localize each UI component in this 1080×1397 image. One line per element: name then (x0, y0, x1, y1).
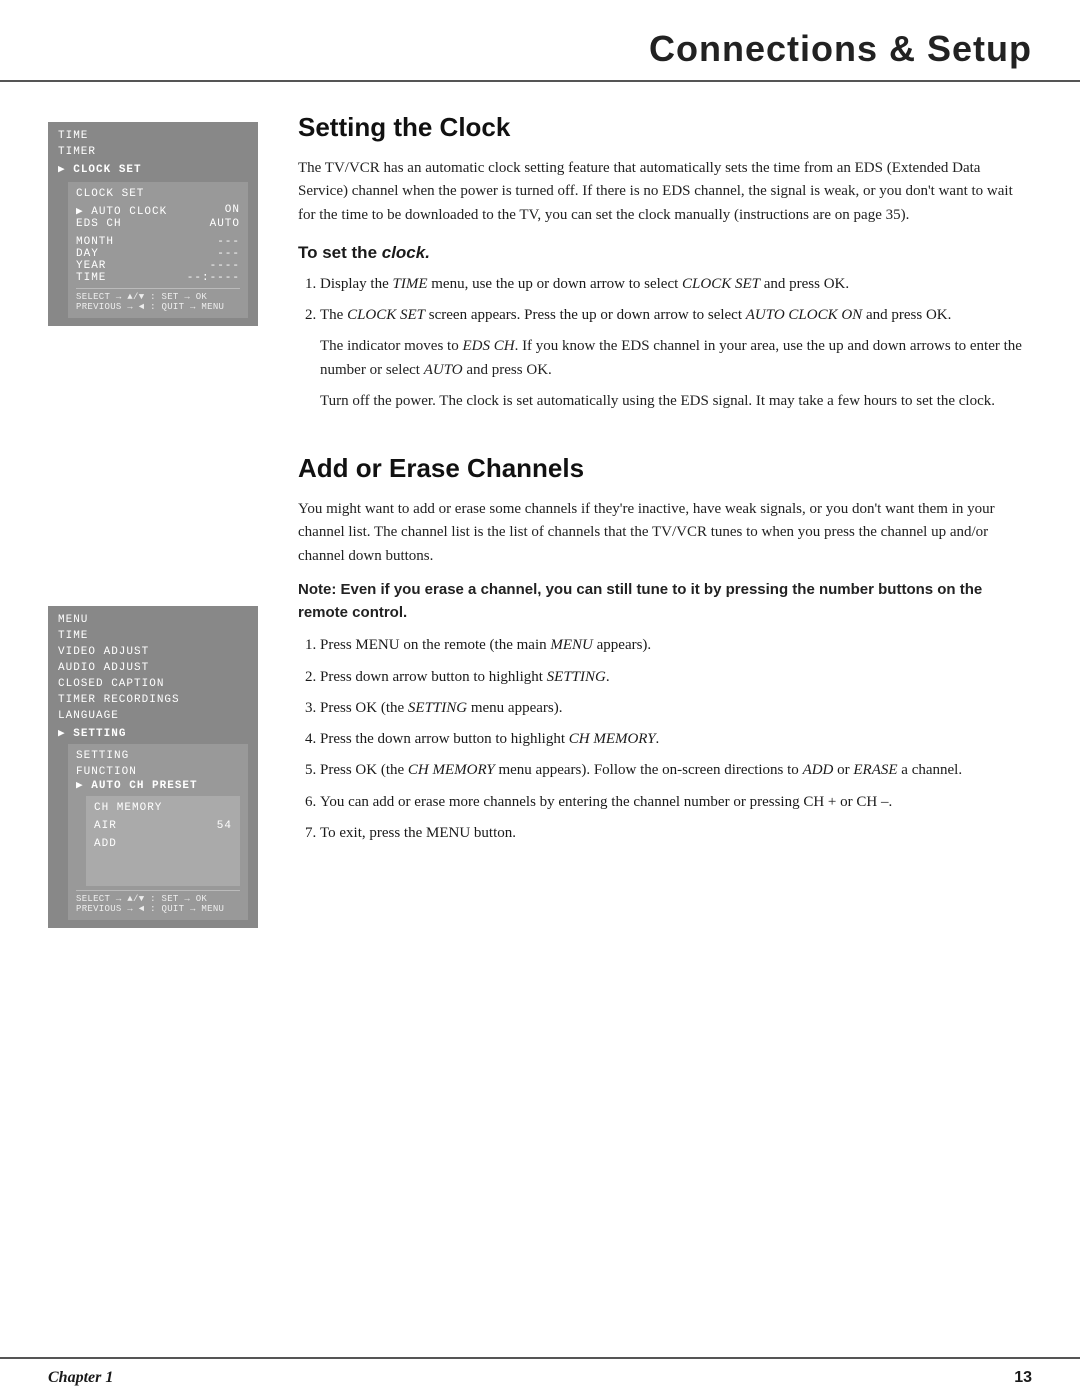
section2-note: Note: Even if you erase a channel, you c… (298, 578, 1032, 625)
channel-screen-container: MENU TIME VIDEO ADJUST AUDIO ADJUST CLOS… (48, 606, 268, 928)
footer-chapter: Chapter 1 (48, 1369, 113, 1387)
air-row: AIR 54 (94, 820, 232, 832)
channel-step-1: Press MENU on the remote (the main MENU … (320, 634, 1032, 657)
footer-page: 13 (1014, 1369, 1032, 1387)
time-row: TIME --:---- (76, 272, 240, 284)
audio-adjust: AUDIO ADJUST (58, 662, 248, 674)
channel-step-4: Press the down arrow button to highlight… (320, 728, 1032, 751)
channel-step-7: To exit, press the MENU button. (320, 822, 1032, 845)
clock-set-inner-title: CLOCK SET (76, 188, 240, 200)
channel-step-2: Press down arrow button to highlight SET… (320, 666, 1032, 689)
setting-inner-title: SETTING (76, 750, 240, 762)
language: LANGUAGE (58, 710, 248, 722)
auto-clock-row: ▶ AUTO CLOCK ON (76, 204, 240, 218)
closed-caption: CLOSED CAPTION (58, 678, 248, 690)
main-content: TIME TIMER ▶ CLOCK SET CLOCK SET ▶ AUTO … (0, 82, 1080, 958)
channel-step-5: Press OK (the CH MEMORY menu appears). F… (320, 759, 1032, 782)
clock-step-4-para: Turn off the power. The clock is set aut… (320, 390, 1032, 413)
function-label: FUNCTION (76, 766, 240, 778)
clock-bottom-bar: SELECT → ▲/▼ : SET → OK PREVIOUS → ◄ : Q… (76, 288, 240, 312)
section2-title: Add or Erase Channels (298, 453, 1032, 484)
page-header: Connections & Setup (0, 0, 1080, 82)
section1-body: The TV/VCR has an automatic clock settin… (298, 157, 1032, 413)
channel-steps-list: Press MENU on the remote (the main MENU … (298, 634, 1032, 845)
header-title: Connections & Setup (48, 28, 1032, 70)
eds-ch-row: EDS CH AUTO (76, 218, 240, 230)
auto-ch-preset: ▶ AUTO CH PRESET (76, 778, 240, 792)
section-add-erase-channels: Add or Erase Channels You might want to … (298, 453, 1032, 845)
left-column: TIME TIMER ▶ CLOCK SET CLOCK SET ▶ AUTO … (48, 112, 268, 958)
section1-intro: The TV/VCR has an automatic clock settin… (298, 157, 1032, 227)
page-footer: Chapter 1 13 (0, 1357, 1080, 1397)
timer-recordings: TIMER RECORDINGS (58, 694, 248, 706)
time-label: TIME (58, 130, 248, 142)
section1-title: Setting the Clock (298, 112, 1032, 143)
year-row: YEAR ---- (76, 260, 240, 272)
section2-intro: You might want to add or erase some chan… (298, 498, 1032, 568)
section2-body: You might want to add or erase some chan… (298, 498, 1032, 845)
subsection-set-clock: To set the clock. (298, 243, 1032, 263)
clock-steps-list: Display the TIME menu, use the up or dow… (298, 273, 1032, 328)
channel-bottom-bar: SELECT → ▲/▼ : SET → OK PREVIOUS → ◄ : Q… (76, 890, 240, 914)
day-row: DAY --- (76, 248, 240, 260)
add-label: ADD (94, 838, 232, 850)
clock-step-1: Display the TIME menu, use the up or dow… (320, 273, 1032, 296)
clock-step-3-para: The indicator moves to EDS CH. If you kn… (320, 335, 1032, 382)
video-adjust: VIDEO ADJUST (58, 646, 248, 658)
ch-memory-label: CH MEMORY (94, 802, 232, 814)
timer-label: TIMER (58, 146, 248, 158)
clock-step-2: The CLOCK SET screen appears. Press the … (320, 304, 1032, 327)
section-setting-clock: Setting the Clock The TV/VCR has an auto… (298, 112, 1032, 413)
setting-label: ▶ SETTING (58, 726, 248, 740)
channel-step-3: Press OK (the SETTING menu appears). (320, 697, 1032, 720)
ch-time-label: TIME (58, 630, 248, 642)
menu-label: MENU (58, 614, 248, 626)
clock-screen-container: TIME TIMER ▶ CLOCK SET CLOCK SET ▶ AUTO … (48, 122, 268, 326)
month-row: MONTH --- (76, 236, 240, 248)
right-column: Setting the Clock The TV/VCR has an auto… (298, 112, 1032, 958)
channel-step-6: You can add or erase more channels by en… (320, 791, 1032, 814)
clock-set-label: ▶ CLOCK SET (58, 162, 248, 176)
